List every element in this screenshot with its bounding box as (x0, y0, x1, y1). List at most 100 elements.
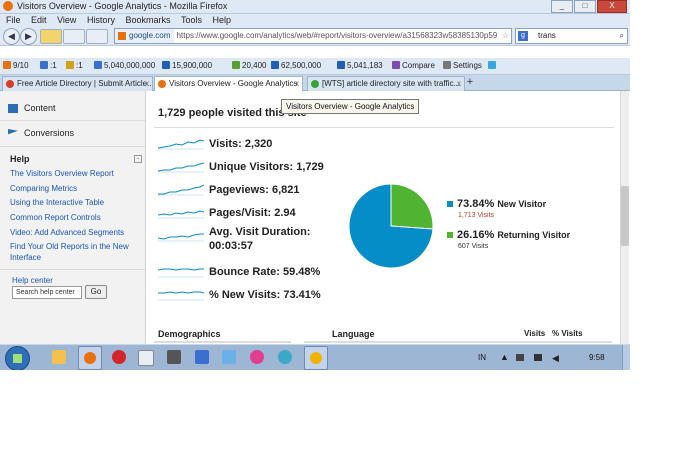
site-identity[interactable]: google.com (115, 29, 175, 43)
legend-percent: 73.84% (457, 198, 495, 210)
tab-wts-article-directory[interactable]: [WTS] article directory site with traffi… (307, 76, 465, 91)
url-bar[interactable]: google.com https://www.google.com/analyt… (114, 28, 512, 44)
toolbar-item-pages[interactable]: :1 (66, 58, 83, 74)
search-bar[interactable]: g trans ⌕ (515, 28, 628, 44)
opera-icon[interactable] (112, 350, 126, 364)
pct-visits-column-header[interactable]: % Visits (552, 329, 583, 338)
toolbar-item-backlinks[interactable]: 62,500,000 (271, 58, 321, 74)
menu-tools[interactable]: Tools (181, 15, 202, 25)
tab-article-directory[interactable]: Free Article Directory | Submit Article.… (2, 76, 153, 91)
tab-visitors-overview[interactable]: Visitors Overview - Google Analytics x (154, 76, 303, 91)
legend-name: New Visitor (497, 199, 547, 209)
toolbar-item-google-index[interactable]: 5,040,000,000 (94, 58, 155, 74)
search-icon[interactable]: ⌕ (620, 29, 624, 43)
minimize-button[interactable]: _ (551, 0, 573, 13)
forward-button[interactable]: ▶ (20, 28, 37, 45)
scrollbar-thumb[interactable] (621, 186, 629, 246)
new-tab-button[interactable]: + (463, 76, 477, 89)
toolbar-item-alexa[interactable]: 20,400 (232, 58, 266, 74)
close-tab-icon[interactable]: x (295, 77, 299, 91)
help-link[interactable]: The Visitors Overview Report (10, 168, 140, 179)
compare-button[interactable]: Compare (392, 58, 435, 74)
app-icon[interactable] (278, 350, 292, 364)
menu-help[interactable]: Help (213, 15, 232, 25)
divider (154, 341, 291, 343)
help-title: Help (10, 154, 30, 164)
menu-edit[interactable]: Edit (31, 15, 47, 25)
visitor-type-pie-chart[interactable] (346, 181, 436, 271)
toolbar-item-links[interactable]: :1 (40, 58, 57, 74)
tray-arrow-icon[interactable]: ▲ (500, 352, 509, 362)
help-link[interactable]: Comparing Metrics (10, 183, 140, 194)
rank-icon (3, 61, 11, 69)
document-icon[interactable] (138, 350, 154, 366)
go-button[interactable]: Go (85, 285, 107, 299)
content-icon (8, 104, 18, 113)
visits-column-header[interactable]: Visits (524, 329, 545, 338)
volume-icon[interactable]: ◀ (552, 353, 559, 364)
language-indicator[interactable]: IN (478, 353, 486, 362)
messenger-taskbar-button[interactable] (304, 346, 328, 370)
tab-favicon-icon (311, 80, 319, 88)
toolbar-item-bing-index[interactable]: 15,900,000 (162, 58, 212, 74)
search-input[interactable]: trans (538, 29, 556, 43)
app-icon[interactable] (222, 350, 236, 364)
close-tab-icon[interactable]: x (457, 77, 461, 91)
help-link[interactable]: Using the Interactive Table (10, 197, 140, 208)
legend-visits: 1,713 Visits (458, 212, 495, 219)
show-desktop-button[interactable] (622, 345, 630, 370)
back-button[interactable]: ◀ (3, 28, 20, 45)
menu-bookmarks[interactable]: Bookmarks (125, 15, 170, 25)
clock[interactable]: 9:58 (589, 353, 605, 362)
menu-bar: File Edit View History Bookmarks Tools H… (0, 14, 630, 26)
tab-strip: Free Article Directory | Submit Article.… (0, 75, 630, 91)
menu-view[interactable]: View (57, 15, 76, 25)
pie-slice-returning-visitor[interactable] (390, 183, 434, 230)
start-button[interactable] (5, 346, 30, 370)
app-icon[interactable] (250, 350, 264, 364)
firefox-taskbar-button[interactable] (78, 346, 102, 370)
toolbar-item-rank[interactable]: 9/10 (3, 58, 29, 74)
settings-button[interactable]: Settings (443, 58, 482, 74)
menu-file[interactable]: File (6, 15, 21, 25)
app-icon[interactable] (195, 350, 209, 364)
search-engine-icon[interactable]: g (518, 31, 528, 41)
network-icon[interactable] (534, 354, 542, 361)
sparkline (158, 162, 204, 173)
help-center-search-input[interactable]: Search help center (12, 286, 82, 299)
explorer-icon[interactable] (52, 350, 66, 364)
twitter-button[interactable] (488, 58, 498, 74)
battery-icon[interactable] (516, 354, 524, 361)
help-link[interactable]: Find Your Old Reports in the New Interfa… (10, 241, 140, 263)
legend-swatch (447, 201, 453, 207)
metric-value: 00:03:57 (209, 240, 254, 252)
bookmark-star-icon[interactable]: ☆ (502, 29, 509, 43)
addon-icon[interactable] (63, 29, 85, 44)
close-button[interactable]: X (597, 0, 627, 13)
tools-dropdown-icon[interactable] (86, 29, 108, 44)
language-column-header[interactable]: Language (332, 329, 375, 339)
help-link[interactable]: Common Report Controls (10, 212, 140, 223)
twitter-icon (488, 61, 496, 69)
home-icon[interactable] (40, 29, 62, 44)
tab-tooltip: Visitors Overview - Google Analytics (281, 99, 420, 114)
menu-history[interactable]: History (87, 15, 115, 25)
metric-label: Pageviews: 6,821 (209, 184, 300, 196)
legend-percent: 26.16% (457, 229, 495, 241)
help-center-label[interactable]: Help center (12, 276, 53, 285)
taskbar: IN ▲ ◀ 9:58 (0, 344, 630, 370)
metric-label: Bounce Rate: 59.48% (209, 266, 321, 278)
firefox-icon (3, 1, 13, 11)
window-title: Visitors Overview - Google Analytics - M… (17, 1, 228, 11)
demographics-title: Demographics (158, 329, 221, 339)
toolbar-item-domains[interactable]: 5,041,183 (337, 58, 383, 74)
collapse-icon[interactable]: - (134, 155, 142, 163)
vertical-scrollbar[interactable] (620, 91, 629, 344)
maximize-button[interactable]: □ (574, 0, 596, 13)
calculator-icon[interactable] (167, 350, 181, 364)
links-icon (40, 61, 48, 69)
help-link[interactable]: Video: Add Advanced Segments (10, 227, 140, 238)
page-content: Content Conversions Help - The Visitors … (0, 91, 630, 344)
close-tab-icon[interactable]: x (145, 77, 149, 91)
bing-icon (162, 61, 170, 69)
